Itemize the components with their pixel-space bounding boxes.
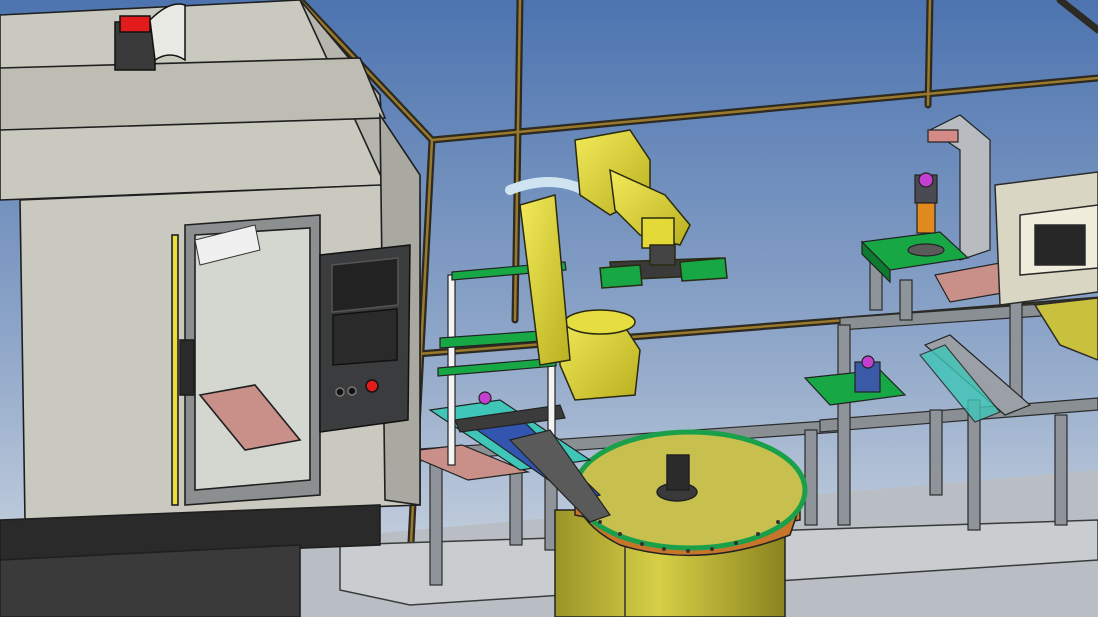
rotary-feeder-table <box>554 429 808 617</box>
cad-viewport[interactable] <box>0 0 1098 617</box>
machine-control-panel <box>319 244 411 433</box>
emergency-stop-button <box>365 379 379 393</box>
cad-scene <box>0 0 1098 617</box>
